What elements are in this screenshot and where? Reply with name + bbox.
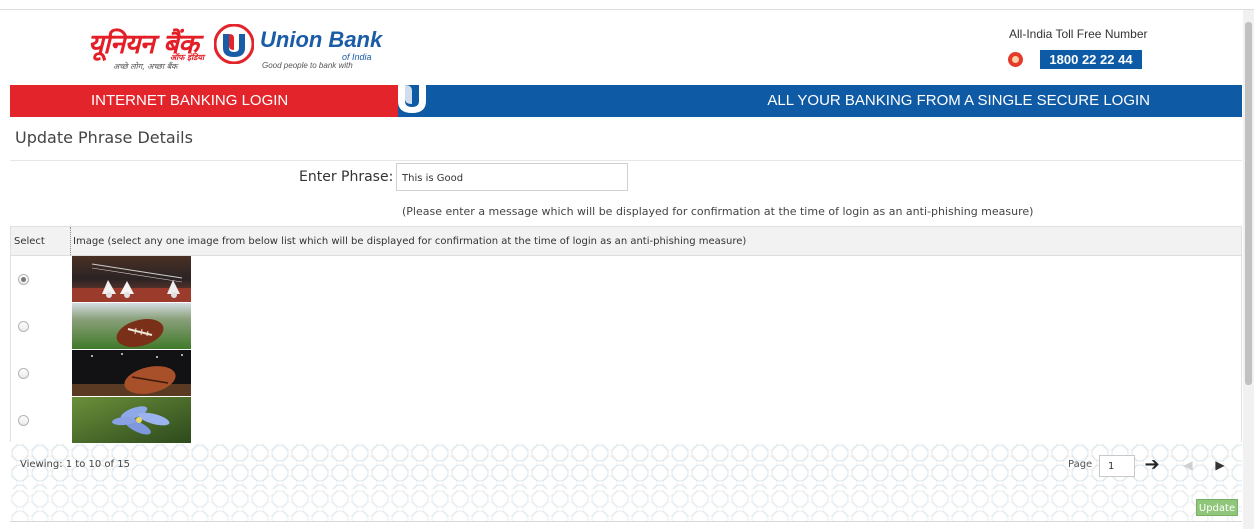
phrase-label: Enter Phrase: [299,169,394,185]
window-top-border [0,0,1254,10]
scrollbar-thumb[interactable] [1245,22,1252,385]
column-divider[interactable] [70,227,71,255]
badminton-image[interactable] [72,256,191,302]
table-row[interactable] [11,350,1241,398]
table-row[interactable] [11,256,1241,304]
union-bank-logo-icon [214,24,254,64]
banner-right-text: ALL YOUR BANKING FROM A SINGLE SECURE LO… [767,92,1150,109]
logo-hindi-tagline: अच्छे लोग, अच्छा बैंक [113,62,178,71]
logo-english-tagline: Good people to bank with [262,61,353,70]
footer-band [10,489,1242,522]
blue-flower-image[interactable] [72,397,191,443]
select-radio[interactable] [18,274,29,285]
column-header-select[interactable]: Select [14,236,45,247]
rugby-ball-image[interactable] [72,303,191,349]
scrollbar[interactable] [1243,10,1254,529]
page-title: Update Phrase Details [15,128,193,147]
banner-left-text: INTERNET BANKING LOGIN [91,92,289,109]
grid-header: Select Image (select any one image from … [11,227,1241,256]
column-header-image[interactable]: Image (select any one image from below l… [73,236,746,247]
table-row[interactable] [11,303,1241,351]
viewing-count: Viewing: 1 to 10 of 15 [20,459,130,470]
page-number-input[interactable] [1099,455,1135,477]
table-row[interactable] [11,397,1241,444]
tollfree-number: 1800 22 22 44 [1040,50,1142,69]
next-page-arrow-icon[interactable]: ➔ [1139,453,1165,477]
banner: INTERNET BANKING LOGIN ALL YOUR BANKING … [10,85,1242,117]
last-page-icon[interactable]: ▶ [1210,453,1230,477]
phrase-input[interactable] [396,163,628,191]
logo-english-text: Union Bank [260,27,383,52]
banner-left: INTERNET BANKING LOGIN [10,85,398,117]
rugby-ball-dark-image[interactable] [72,350,191,396]
tollfree-label: All-India Toll Free Number [1009,27,1148,41]
previous-page-icon[interactable]: ◀ [1178,453,1198,477]
update-button[interactable]: Update [1196,499,1238,516]
mascot-icon [1008,52,1023,67]
banner-logo-icon [398,85,426,113]
title-divider [10,160,1242,161]
banner-right: ALL YOUR BANKING FROM A SINGLE SECURE LO… [398,85,1242,117]
image-selection-grid: Select Image (select any one image from … [10,226,1242,444]
pager-bar: Viewing: 1 to 10 of 15 Page ➔ ◀ ▶ [10,443,1242,489]
select-radio[interactable] [18,368,29,379]
phrase-help-text: (Please enter a message which will be di… [402,205,1034,218]
page-label: Page [1068,459,1093,470]
select-radio[interactable] [18,321,29,332]
select-radio[interactable] [18,415,29,426]
